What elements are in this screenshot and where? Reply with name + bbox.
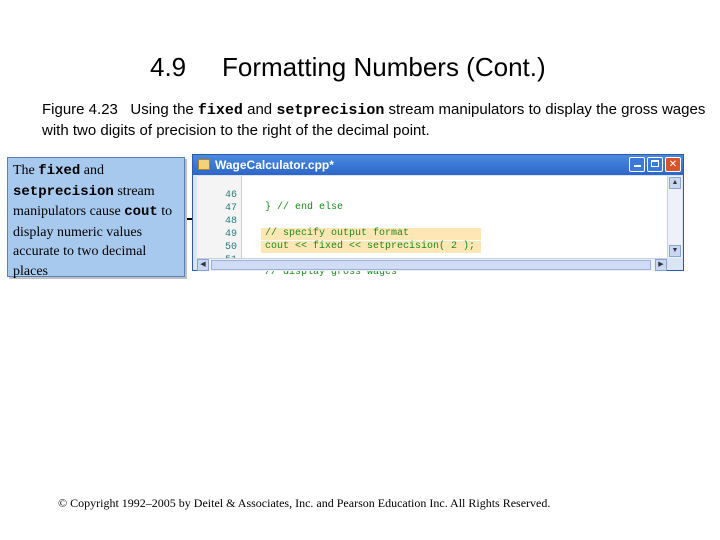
callout-code-fixed: fixed [38,163,81,179]
code-line: 50 [197,230,237,253]
scroll-up-icon[interactable]: ▲ [669,177,681,189]
code-line: 51 // display gross wages [197,243,397,278]
window-titlebar[interactable]: WageCalculator.cpp* ✕ [193,155,683,175]
figure-caption: Figure 4.23 Using the fixed and setpreci… [42,100,710,141]
vertical-scrollbar[interactable]: ▲ ▼ [667,176,682,258]
code-line: 49 cout << fixed << setprecision( 2 ); [197,217,481,253]
maximize-icon [651,160,659,167]
code-line: 47 [197,191,237,214]
callout-code-cout: cout [124,204,158,220]
scroll-left-icon[interactable]: ◀ [197,259,209,271]
maximize-button[interactable] [647,157,663,172]
code-line: 46 } // end else [197,178,343,213]
caption-code-setprecision: setprecision [276,102,385,119]
minimize-button[interactable] [629,157,645,172]
scroll-down-icon[interactable]: ▼ [669,245,681,257]
callout-text-2: and [80,163,104,178]
window-title: WageCalculator.cpp* [215,158,334,172]
slide-title: 4.9 Formatting Numbers (Cont.) [0,52,720,88]
caption-mid: and [242,101,277,118]
code-text: } // end else [265,202,344,213]
minimize-icon [633,165,641,167]
code-editor[interactable]: 46 } // end else 47 48 // specify output… [197,176,667,278]
code-text-highlighted: cout << fixed << setprecision( 2 ); [261,241,481,253]
code-text-highlighted: // specify output format [261,228,481,240]
editor-window: WageCalculator.cpp* ✕ 46 } // end else 4… [192,154,684,278]
callout-text-1: The [13,163,39,178]
caption-code-fixed: fixed [197,102,243,119]
scroll-right-icon[interactable]: ▶ [655,259,667,271]
close-button[interactable]: ✕ [665,157,681,172]
copyright-notice: © Copyright 1992–2005 by Deitel & Associ… [58,496,551,510]
horizontal-scrollbar[interactable]: ◀ ▶ [197,258,667,271]
file-icon [198,159,210,170]
caption-prefix: Figure 4.23 Using the [42,101,198,118]
callout-box: The fixed and setprecision stream manipu… [7,157,185,279]
section-number: 4.9 [150,52,187,82]
code-line: 48 // specify output format [197,204,481,240]
title-text: Formatting Numbers (Cont.) [222,52,546,82]
callout-code-setprecision: setprecision [13,183,114,200]
horizontal-scroll-thumb[interactable] [211,260,651,270]
